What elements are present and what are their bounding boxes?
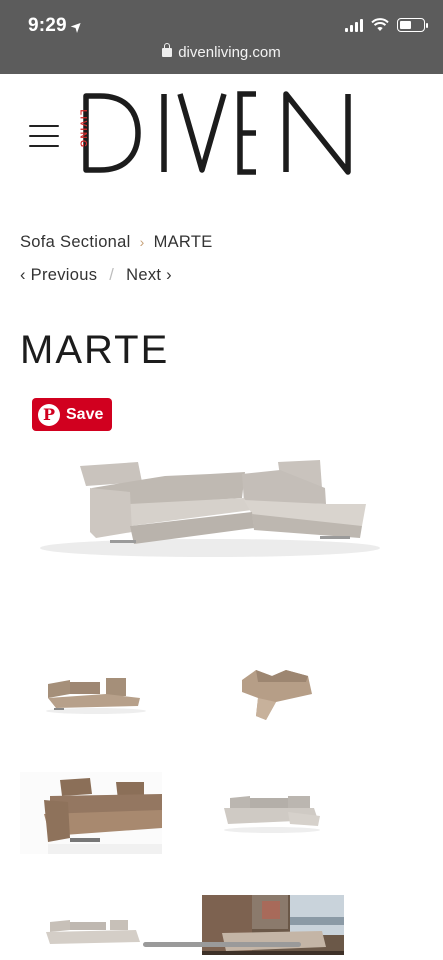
hamburger-menu-icon[interactable] [29,125,59,147]
url-bar[interactable]: divenliving.com [0,43,443,61]
page-title: MARTE [20,328,170,372]
diven-logo[interactable]: LIVING [78,86,368,182]
breadcrumb-parent-link[interactable]: Sofa Sectional [20,233,131,251]
cellular-signal-icon [345,18,363,32]
status-time: 9:29➤ [28,15,86,37]
diven-logo-mark [83,91,351,175]
product-pager: ‹ Previous / Next › [20,266,172,285]
breadcrumb: Sofa Sectional › MARTE [20,233,213,252]
battery-icon [397,18,428,32]
previous-link[interactable]: ‹ Previous [20,266,97,284]
pinterest-icon: P [38,403,60,426]
sofa-sectional-main-image[interactable] [30,448,380,563]
pager-divider: / [109,266,115,284]
pinterest-save-label: Save [66,405,104,423]
status-icons [345,18,428,32]
lock-icon [162,43,173,57]
breadcrumb-current: MARTE [153,233,213,251]
status-time-text: 9:29 [28,15,67,36]
breadcrumb-separator: › [139,234,145,250]
logo-sub-text: LIVING [78,109,89,149]
pinterest-save-button[interactable]: P Save [32,398,112,431]
sofa-thumbnail-closeup-recliner[interactable] [20,772,162,854]
sofa-thumbnail-bottom-left[interactable] [40,914,144,950]
home-indicator[interactable] [143,942,301,947]
sofa-thumbnail-grey-front[interactable] [218,790,324,834]
next-link[interactable]: Next › [126,266,172,284]
sofa-thumbnail-top-view[interactable] [236,662,318,724]
url-text: divenliving.com [178,44,281,61]
sofa-thumbnail-angle-view[interactable] [40,672,146,716]
wifi-icon [371,18,389,31]
battery-level [400,21,411,29]
location-arrow-icon: ➤ [66,16,87,37]
browser-top-bar: 9:29➤ divenliving.com [0,0,443,74]
